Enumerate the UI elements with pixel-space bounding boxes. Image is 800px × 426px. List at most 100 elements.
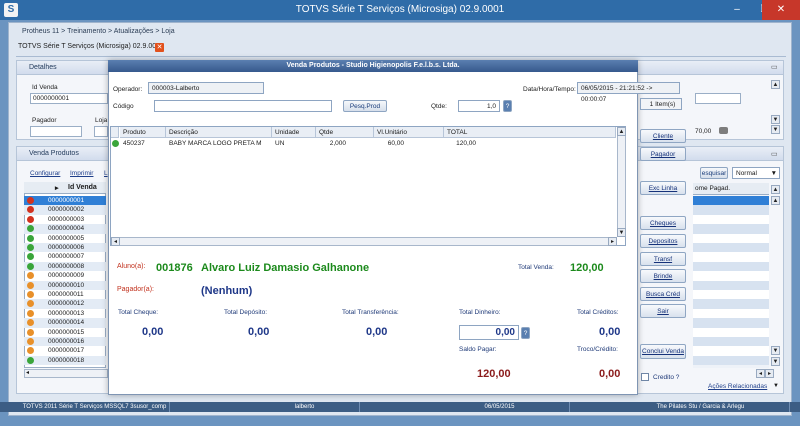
- col-qtde[interactable]: Qtde: [316, 127, 374, 138]
- grid-scroll-right-icon[interactable]: ▸: [765, 369, 774, 378]
- loja-field[interactable]: [94, 126, 108, 137]
- aluno-label: Aluno(a):: [117, 263, 146, 270]
- col-unidade[interactable]: Unidade: [272, 127, 316, 138]
- busca-cred-button[interactable]: Busca Créd: [640, 287, 686, 301]
- table-row-right[interactable]: [693, 337, 769, 347]
- grid-scroll-down-icon[interactable]: ▼: [771, 346, 780, 355]
- scroll-down-icon[interactable]: ▼: [771, 115, 780, 124]
- col-produto[interactable]: Produto: [120, 127, 166, 138]
- transf-button[interactable]: Transf: [640, 252, 686, 266]
- id-venda-field[interactable]: 0000000001: [30, 93, 108, 104]
- table-row-right[interactable]: [693, 196, 769, 206]
- table-row-right[interactable]: [693, 214, 769, 225]
- table-row-right[interactable]: [693, 252, 769, 262]
- table-row[interactable]: 0000000004: [24, 224, 106, 234]
- pagador-button[interactable]: Pagador: [640, 147, 686, 161]
- collapse-icon[interactable]: ▭: [771, 63, 778, 71]
- pagador-field[interactable]: [30, 126, 82, 137]
- col-vl-unitario[interactable]: Vl.Unitário: [374, 127, 444, 138]
- table-row[interactable]: 0000000011: [24, 290, 106, 299]
- col-nome-pagador[interactable]: ome Pagad.: [693, 183, 769, 195]
- table-row-right[interactable]: [693, 290, 769, 300]
- table-row[interactable]: 0000000005: [24, 234, 106, 243]
- collapse-icon-2[interactable]: ▭: [771, 150, 778, 158]
- table-row-right[interactable]: [693, 261, 769, 272]
- view-select[interactable]: Normal ▼: [732, 167, 780, 179]
- items-scroll-right-icon[interactable]: ▸: [608, 237, 617, 246]
- table-row-right[interactable]: [693, 243, 769, 253]
- dinheiro-help-button[interactable]: ?: [521, 327, 530, 339]
- table-row[interactable]: 0000000012: [24, 299, 106, 309]
- tab-close-icon[interactable]: ✕: [155, 43, 164, 52]
- table-row[interactable]: 0000000001: [24, 196, 106, 206]
- tab-main[interactable]: TOTVS Série T Serviços (Microsiga) 02.9.…: [18, 43, 164, 50]
- pesquisar-button[interactable]: esquisar: [700, 167, 728, 179]
- acoes-relacionadas-link[interactable]: Ações Relacionadas: [708, 383, 767, 390]
- cliente-button[interactable]: Cliente: [640, 129, 686, 143]
- eraser-icon[interactable]: [719, 127, 728, 134]
- id-venda-cell: 0000000017: [48, 347, 85, 355]
- codigo-input[interactable]: [154, 100, 332, 112]
- qtde-input[interactable]: 1,0: [458, 100, 500, 112]
- qtde-help-button[interactable]: ?: [503, 100, 512, 112]
- table-row-right[interactable]: [693, 224, 769, 234]
- table-row-right[interactable]: [693, 346, 769, 356]
- table-row-right[interactable]: [693, 280, 769, 290]
- table-row-right[interactable]: [693, 355, 769, 366]
- table-row[interactable]: 0000000007: [24, 252, 106, 261]
- table-row-right[interactable]: [693, 233, 769, 243]
- col-total[interactable]: TOTAL: [444, 127, 616, 138]
- table-row-right[interactable]: [693, 308, 769, 319]
- conclui-venda-button[interactable]: Conclui Venda: [640, 344, 686, 359]
- cheques-button[interactable]: Cheques: [640, 216, 686, 230]
- minimize-button[interactable]: –: [724, 0, 750, 20]
- items-scroll-up-icon[interactable]: ▲: [617, 127, 626, 136]
- table-row-right[interactable]: [693, 318, 769, 328]
- brinde-button[interactable]: Brinde: [640, 269, 686, 283]
- pesq-prod-button[interactable]: Pesq.Prod: [343, 100, 387, 112]
- table-row[interactable]: 0000000009: [24, 271, 106, 280]
- credito-checkbox[interactable]: [641, 373, 649, 381]
- table-row[interactable]: 0000000010: [24, 280, 106, 290]
- table-row[interactable]: 0000000016: [24, 337, 106, 347]
- table-row[interactable]: 0000000002: [24, 205, 106, 215]
- scroll-up-icon[interactable]: ▲: [771, 80, 780, 89]
- grid-scroll-left-icon[interactable]: ◂: [756, 369, 765, 378]
- sair-button[interactable]: Sair: [640, 304, 686, 318]
- table-row-right[interactable]: [693, 205, 769, 215]
- col-id-venda[interactable]: Id Venda: [68, 184, 97, 191]
- grid-h-scrollbar[interactable]: ◂: [24, 369, 108, 378]
- items-table[interactable]: Produto Descrição Unidade Qtde Vl.Unitár…: [110, 126, 626, 246]
- items-scroll-down-icon[interactable]: ▼: [617, 228, 626, 237]
- grid-scroll-top-icon[interactable]: ▲: [771, 185, 780, 194]
- close-button[interactable]: ✕: [762, 0, 800, 20]
- acoes-dropdown-icon[interactable]: ▼: [773, 383, 779, 389]
- detalhes-right-field[interactable]: [695, 93, 741, 104]
- table-row[interactable]: 0000000018: [24, 355, 106, 366]
- scroll-end-icon[interactable]: ▼: [771, 125, 780, 134]
- items-scroll-left-icon[interactable]: ◂: [111, 237, 120, 246]
- grid-scroll-bottom-icon[interactable]: ▼: [771, 357, 780, 366]
- table-row[interactable]: 0000000003: [24, 215, 106, 224]
- col-descricao[interactable]: Descrição: [166, 127, 272, 138]
- table-row-right[interactable]: [693, 271, 769, 281]
- total-deposito-label: Total Depósito:: [224, 309, 267, 316]
- table-row-right[interactable]: [693, 299, 769, 309]
- table-row[interactable]: 0000000015: [24, 328, 106, 337]
- depositos-button[interactable]: Depositos: [640, 234, 686, 248]
- table-row[interactable]: 0000000013: [24, 309, 106, 318]
- scroll-left-icon[interactable]: ◂: [26, 369, 29, 376]
- table-row[interactable]: 0000000008: [24, 261, 106, 272]
- exc-linha-button[interactable]: Exc Linha: [640, 181, 686, 195]
- imprimir-link[interactable]: Imprimir: [70, 170, 93, 177]
- items-v-scrollbar[interactable]: [617, 127, 626, 237]
- table-row-right[interactable]: [693, 327, 769, 337]
- table-row[interactable]: 0000000006: [24, 243, 106, 253]
- table-row[interactable]: 0000000014: [24, 318, 106, 328]
- table-row[interactable]: 0000000017: [24, 346, 106, 355]
- dialog-title: Venda Produtos - Studio Higienopolis F.e…: [108, 60, 638, 72]
- grid-scroll-up-icon[interactable]: ▲: [771, 196, 780, 205]
- configurar-link[interactable]: Configurar: [30, 170, 60, 177]
- items-h-scrollbar[interactable]: [111, 237, 617, 246]
- total-dinheiro-input[interactable]: 0,00: [459, 325, 519, 340]
